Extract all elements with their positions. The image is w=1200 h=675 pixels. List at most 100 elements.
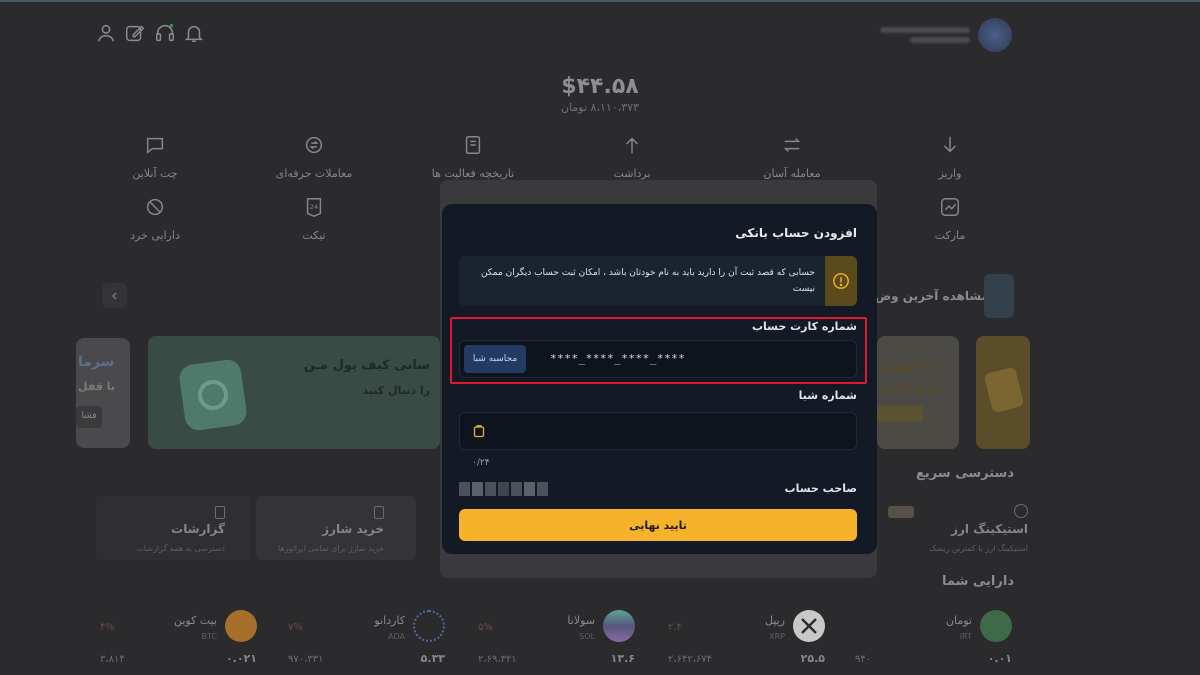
swap-icon xyxy=(783,138,801,152)
menu-dust[interactable]: دارایی خرد xyxy=(100,196,210,243)
banner-sot[interactable]: ۲۰۰ سوت فقط کافیه ا xyxy=(877,336,959,449)
new-badge xyxy=(888,506,914,518)
history-icon xyxy=(465,136,481,154)
asset-card-xrp[interactable]: ریپل XRP ۲.۴ ۲۵.۵ ۲،۶۴۲،۶۷۴ xyxy=(660,606,825,668)
balance-usd: $۴۴.۵۸ xyxy=(561,74,639,99)
toman-coin-icon xyxy=(980,610,1012,642)
banner-wallet[interactable]: سانی کیف پول مـن را دنبال کنید xyxy=(148,336,440,449)
card-number-highlight-box xyxy=(450,317,867,384)
asset-value: ۲،۶۴۲،۶۷۴ xyxy=(668,654,713,665)
banner-left-text: با قفل xyxy=(78,380,116,393)
menu-label: برداشت xyxy=(613,167,651,180)
sim-icon xyxy=(374,506,384,519)
asset-value: ۹۷۰،۳۳۱ xyxy=(288,654,324,665)
quick-access-topup[interactable]: خرید شارژ خرید شارژ برای تمامی اپراتورها xyxy=(256,496,416,560)
asset-symbol: BTC xyxy=(201,632,218,641)
xrp-coin-icon xyxy=(793,610,825,642)
sol-coin-icon xyxy=(603,610,635,642)
balance-summary: $۴۴.۵۸ ۸،۱۱۰،۳۷۳ تومان xyxy=(0,74,1200,114)
edit-icon[interactable] xyxy=(124,22,148,46)
banner-left-title: سرما xyxy=(78,354,115,370)
menu-history[interactable]: تاریخچه فعالیت ها xyxy=(418,134,528,181)
staking-icon xyxy=(1014,504,1028,518)
arrow-up-icon xyxy=(625,137,639,154)
recent-activity-label[interactable]: مشاهده آخرین وض xyxy=(875,289,989,303)
asset-card-ada[interactable]: کاردانو ADA ۷% ۵.۳۳ ۹۷۰،۳۳۱ xyxy=(280,606,445,668)
menu-label: واریز xyxy=(938,167,962,180)
menu-label: دارایی خرد xyxy=(130,229,180,242)
menu-pro-trade[interactable]: معاملات حرفه‌ای xyxy=(259,134,369,181)
asset-change: ۵% xyxy=(478,622,493,633)
menu-withdraw[interactable]: برداشت xyxy=(577,134,687,181)
modal-title: افزودن حساب بانکی xyxy=(735,226,857,240)
assets-title: دارایی شما xyxy=(941,574,1014,589)
menu-label: چت آنلاین xyxy=(132,167,178,180)
report-icon xyxy=(215,506,225,519)
quick-access-item-sub: استیکینگ ارز با کمترین ریسک xyxy=(929,544,1028,553)
asset-balance: ۲۵.۵ xyxy=(800,652,825,665)
quick-access-item-title: خرید شارژ xyxy=(322,522,384,536)
banner-left[interactable]: سرما با قفل فشا xyxy=(76,338,130,448)
warning-icon xyxy=(825,256,857,306)
warning-box: حسابی که قصد ثبت آن را دارید باید به نام… xyxy=(459,256,857,306)
user-icon[interactable] xyxy=(95,22,119,46)
quick-access-reports[interactable]: گزارشات دسترسی به همه گزارشات xyxy=(96,496,251,560)
asset-name: سولانا xyxy=(567,614,595,627)
banner-right[interactable] xyxy=(976,336,1030,449)
chat-icon xyxy=(146,137,164,154)
chevron-left-icon xyxy=(111,292,116,299)
final-confirm-button[interactable]: تایید نهایی xyxy=(459,509,857,541)
asset-value: ۳،۸۱۴ xyxy=(100,654,125,665)
asset-change: ۴% xyxy=(100,622,115,633)
asset-value: ۹۴۰ xyxy=(855,654,872,665)
asset-card-btc[interactable]: بیت کوین BTC ۴% ۰.۰۲۱ ۳،۸۱۴ xyxy=(92,606,257,668)
recent-activity-badge xyxy=(984,274,1014,318)
asset-change: ۷% xyxy=(288,622,303,633)
ticket-icon: 24 xyxy=(306,198,322,217)
quick-access-item-title: استیکینگ ارز xyxy=(951,522,1028,536)
dust-icon xyxy=(146,198,164,216)
menu-label: تیکت xyxy=(302,229,326,242)
menu-market[interactable]: مارکت xyxy=(895,196,1005,243)
menu-ticket[interactable]: 24 تیکت xyxy=(259,196,369,243)
quick-access-item-sub: خرید شارژ برای تمامی اپراتورها xyxy=(277,544,384,553)
bell-icon[interactable] xyxy=(183,22,207,46)
menu-easy-trade[interactable]: معامله آسان xyxy=(737,134,847,181)
ada-coin-icon xyxy=(413,610,445,642)
quick-access-item-title: گزارشات xyxy=(171,522,225,536)
quick-access-staking[interactable]: استیکینگ ارز استیکینگ ارز با کمترین ریسک xyxy=(878,496,1038,560)
quick-access-item-sub: دسترسی به همه گزارشات xyxy=(136,544,225,553)
sheba-label: شماره شبا xyxy=(798,389,857,402)
slider-prev-button[interactable] xyxy=(102,283,127,308)
asset-symbol: SOL xyxy=(579,632,595,641)
banner-wallet-title: سانی کیف پول مـن xyxy=(303,358,430,373)
sheba-input[interactable] xyxy=(459,412,857,450)
banner-wallet-text: را دنبال کنید xyxy=(362,384,430,397)
menu-online-chat[interactable]: چت آنلاین xyxy=(100,134,210,181)
paste-icon[interactable] xyxy=(472,424,486,438)
asset-name: کاردانو xyxy=(374,614,405,627)
avatar xyxy=(978,18,1012,52)
menu-label: معامله آسان xyxy=(763,167,821,180)
account-owner-label: صاحب حساب xyxy=(784,482,857,495)
sheba-counter: ۰/۲۴ xyxy=(472,458,490,468)
asset-balance: ۵.۳۳ xyxy=(420,652,445,665)
banner-sot-cta xyxy=(877,406,923,422)
btc-coin-icon xyxy=(225,610,257,642)
svg-text:24: 24 xyxy=(310,203,318,211)
account-owner-value-blurred xyxy=(459,482,548,496)
asset-value: ۲،۶۹،۳۲۱ xyxy=(478,654,517,665)
chart-icon xyxy=(941,198,959,216)
asset-card-toman[interactable]: تومان IRT ۰.۰۱ ۹۴۰ xyxy=(847,606,1012,668)
asset-symbol: XRP xyxy=(769,632,785,641)
asset-card-sol[interactable]: سولانا SOL ۵% ۱۳.۶ ۲،۶۹،۳۲۱ xyxy=(470,606,635,668)
asset-change: ۲.۴ xyxy=(668,622,682,633)
asset-balance: ۰.۰۱ xyxy=(987,652,1012,665)
profile-block[interactable] xyxy=(880,18,1012,52)
quick-access-title: دسترسی سریع xyxy=(916,466,1014,481)
asset-balance: ۰.۰۲۱ xyxy=(225,652,257,665)
arrow-down-icon xyxy=(943,136,957,153)
headset-icon[interactable] xyxy=(154,22,178,46)
menu-label: تاریخچه فعالیت ها xyxy=(431,167,515,180)
menu-deposit[interactable]: واریز xyxy=(895,134,1005,181)
